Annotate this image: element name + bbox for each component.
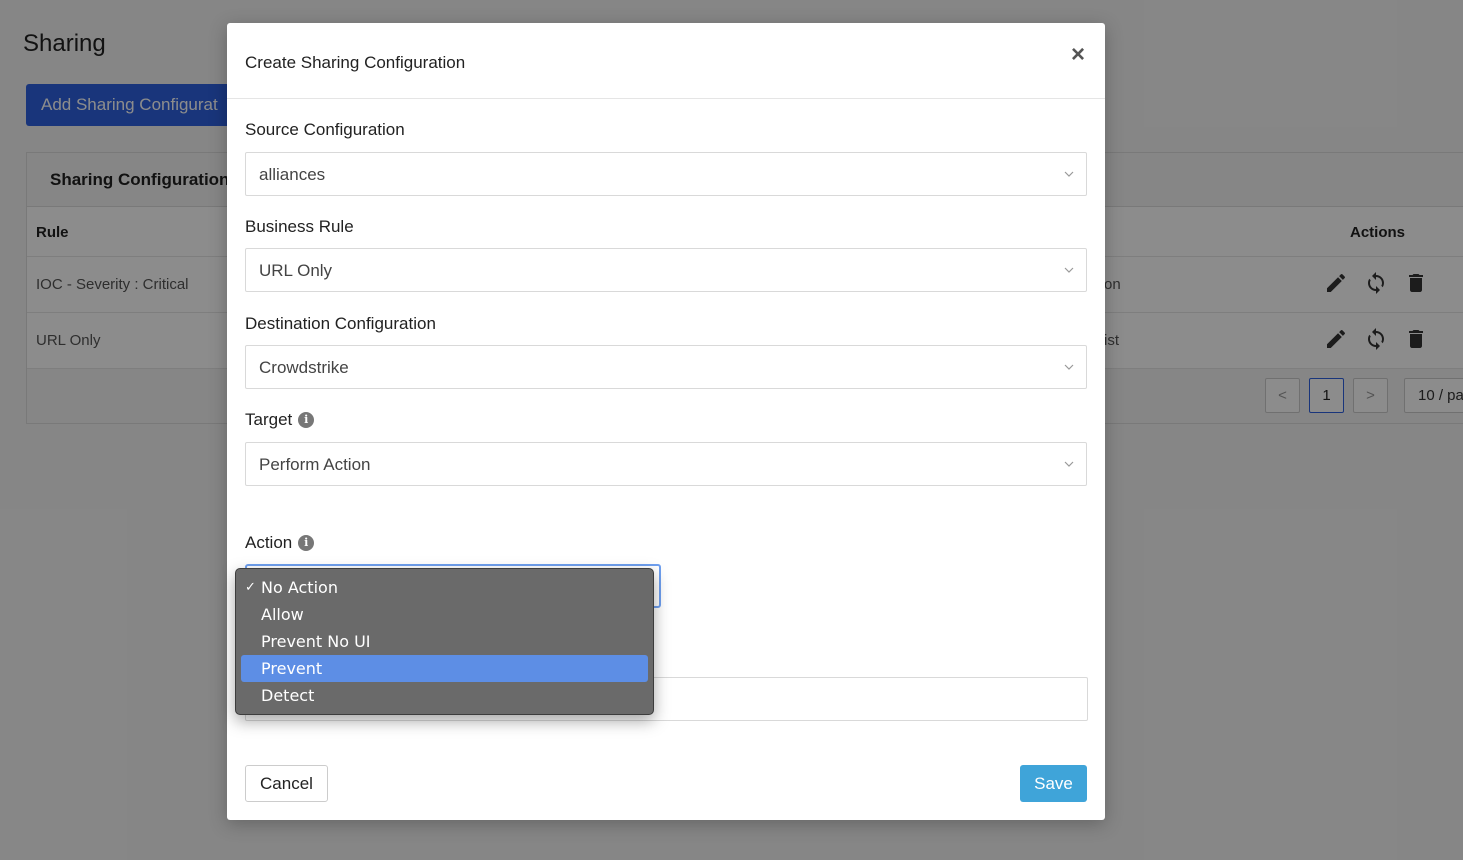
destination-configuration-label: Destination Configuration <box>245 314 436 333</box>
cancel-button[interactable]: Cancel <box>245 765 328 802</box>
chevron-down-icon <box>1064 461 1074 467</box>
dropdown-option-no-action[interactable]: ✓ No Action <box>241 574 648 601</box>
save-button[interactable]: Save <box>1020 765 1087 802</box>
chevron-down-icon <box>1064 267 1074 273</box>
business-rule-value: URL Only <box>259 261 333 280</box>
action-dropdown-menu: ✓ No Action Allow Prevent No UI Prevent … <box>235 568 654 715</box>
source-configuration-label: Source Configuration <box>245 120 405 139</box>
option-label: Detect <box>261 686 315 705</box>
dropdown-option-allow[interactable]: Allow <box>241 601 648 628</box>
target-value: Perform Action <box>259 455 371 474</box>
destination-configuration-select[interactable]: Crowdstrike <box>245 345 1087 389</box>
source-configuration-select[interactable]: alliances <box>245 152 1087 196</box>
chevron-down-icon <box>1064 171 1074 177</box>
target-label-row: Target i <box>245 410 315 430</box>
source-configuration-value: alliances <box>259 165 326 184</box>
business-rule-label: Business Rule <box>245 217 354 236</box>
target-label: Target <box>245 410 293 429</box>
option-label: Prevent No UI <box>261 632 371 651</box>
action-label: Action <box>245 533 293 552</box>
option-label: Allow <box>261 605 304 624</box>
modal-header: Create Sharing Configuration × <box>227 23 1105 99</box>
dropdown-option-detect[interactable]: Detect <box>241 682 648 709</box>
destination-configuration-value: Crowdstrike <box>259 358 349 377</box>
modal-title: Create Sharing Configuration <box>245 53 466 72</box>
action-label-row: Action i <box>245 533 315 553</box>
option-label: Prevent <box>261 659 323 678</box>
info-icon[interactable]: i <box>298 412 315 428</box>
check-icon: ✓ <box>245 580 256 595</box>
dropdown-option-prevent-no-ui[interactable]: Prevent No UI <box>241 628 648 655</box>
dropdown-option-prevent[interactable]: Prevent <box>241 655 648 682</box>
chevron-down-icon <box>1064 364 1074 370</box>
target-select[interactable]: Perform Action <box>245 442 1087 486</box>
option-label: No Action <box>261 578 338 597</box>
business-rule-select[interactable]: URL Only <box>245 248 1087 292</box>
close-icon[interactable]: × <box>1067 43 1089 67</box>
info-icon[interactable]: i <box>298 535 315 551</box>
